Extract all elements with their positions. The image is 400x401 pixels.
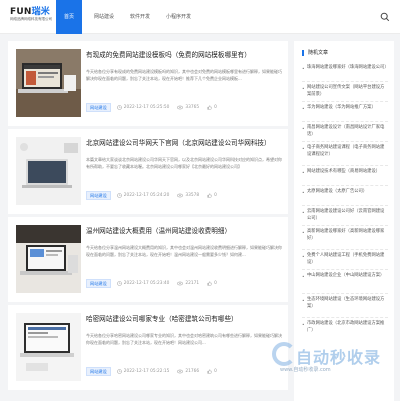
- article-title[interactable]: 北京网站建设公司华网天下官网（北京网站建设公司华网科技）: [86, 139, 282, 148]
- logo-text-a: FUN: [10, 7, 32, 17]
- divider: [302, 225, 388, 226]
- likes-text: 0: [214, 281, 217, 286]
- publish-date: 2022-12-17 05:24:20: [116, 193, 170, 198]
- article-meta: 网站建设 2022-12-17 05:24:20 33578 0: [86, 191, 225, 200]
- publish-date: 2022-12-17 05:22:15: [116, 369, 170, 374]
- sidebar-item[interactable]: • 网站建设技术有哪些（商易网站建设）: [302, 169, 388, 176]
- clock-icon: [116, 369, 122, 374]
- sidebar-item[interactable]: • 太原网站建设（太原广告公司）: [302, 189, 388, 196]
- clock-icon: [116, 193, 122, 198]
- date-text: 2022-12-17 05:23:40: [123, 281, 170, 286]
- thumbs-up-icon: [207, 281, 212, 286]
- logo-subtitle: 网络品牌网络科技有限公司: [10, 17, 52, 21]
- view-count: 22171: [177, 281, 199, 286]
- sidebar-item[interactable]: • 市政网站建设（北京市政网站建设方案推广）: [302, 321, 388, 334]
- views-text: 22171: [185, 281, 200, 286]
- nav-item-website[interactable]: 网站建设: [86, 0, 122, 34]
- divider: [302, 165, 388, 166]
- sidebar-item[interactable]: • 生态环境网站建设（生态环境网站建设方案）: [302, 297, 388, 310]
- likes-text: 0: [214, 369, 217, 374]
- views-text: 21766: [185, 369, 200, 374]
- divider: [302, 101, 388, 102]
- eye-icon: [177, 281, 184, 286]
- likes-text: 0: [214, 105, 217, 110]
- sidebar-item[interactable]: • 珠海网站建设哪家好（珠海网站建设公司）: [302, 65, 389, 72]
- nav-item-home[interactable]: 首页: [56, 0, 82, 34]
- article-summary: 今天给各位分享哈密网站建设公司哪家专业的知识，其中也会对哈密建筑公司有哪些进行解…: [86, 333, 282, 345]
- divider: [302, 121, 388, 122]
- eye-icon: [177, 369, 184, 374]
- logo-text-b: 瑞米: [31, 7, 50, 17]
- article-title[interactable]: 温州网站建设大概费用（温州网站建设收费明细）: [86, 227, 282, 236]
- view-count: 33765: [177, 105, 199, 110]
- divider: [302, 249, 388, 250]
- divider: [302, 269, 388, 270]
- category-tag[interactable]: 网站建设: [86, 279, 111, 288]
- article-summary: 今天给各位分享有现成的免费网站建设模板吗的知识，其中也会对免费的网站模板哪里有进…: [86, 69, 282, 81]
- category-tag[interactable]: 网站建设: [86, 367, 111, 376]
- date-text: 2022-12-17 05:24:20: [123, 193, 170, 198]
- divider: [302, 185, 388, 186]
- article-title[interactable]: 哈密网站建设公司哪家专业（哈密建筑公司有哪些）: [86, 315, 282, 324]
- article-meta: 网站建设 2022-12-17 05:22:15 21766 0: [86, 367, 225, 376]
- view-count: 33578: [177, 193, 199, 198]
- like-count: 0: [207, 369, 217, 374]
- sidebar-item[interactable]: • 电子商务网站建设课程（电子商务网站建设课程设计）: [302, 145, 388, 158]
- main-nav: 首页 网站建设 软件开发 小程序开发: [56, 0, 199, 34]
- sidebar-item[interactable]: • 免费个人网站建设工程（手机免费网站建设）: [302, 253, 388, 266]
- nav-item-software[interactable]: 软件开发: [122, 0, 158, 34]
- thumbs-up-icon: [207, 105, 212, 110]
- like-count: 0: [207, 105, 217, 110]
- publish-date: 2022-12-17 05:23:40: [116, 281, 170, 286]
- article-thumbnail[interactable]: [16, 313, 81, 381]
- divider: [302, 317, 388, 318]
- eye-icon: [177, 105, 184, 110]
- sidebar-item[interactable]: • 中山网站建设企业（中山网站建设方案）: [302, 273, 388, 280]
- category-tag[interactable]: 网站建设: [86, 103, 111, 112]
- article-card[interactable]: 有现成的免费网站建设模板吗（免费的网站模板哪里有） 今天给各位分享有现成的免费网…: [8, 41, 288, 126]
- divider: [302, 205, 388, 206]
- sidebar-random-articles: 随机文章 • 珠海网站建设哪家好（珠海网站建设公司） • 网站建设公司宣传文案（网站…: [294, 41, 394, 401]
- site-header: FUN瑞米 网络品牌网络科技有限公司 首页 网站建设 软件开发 小程序开发: [0, 0, 400, 34]
- article-card[interactable]: 北京网站建设公司华网天下官网（北京网站建设公司华网科技） 本篇文章给大家谈谈北京…: [8, 129, 288, 214]
- views-text: 33578: [185, 193, 200, 198]
- publish-date: 2022-12-17 05:25:50: [116, 105, 170, 110]
- article-thumbnail[interactable]: [16, 225, 81, 293]
- sidebar-item[interactable]: • 高新网站建设哪家好（高新网站建设哪家好）: [302, 229, 388, 242]
- eye-icon: [177, 193, 184, 198]
- article-meta: 网站建设 2022-12-17 05:23:40 22171 0: [86, 279, 225, 288]
- date-text: 2022-12-17 05:25:50: [123, 105, 170, 110]
- like-count: 0: [207, 193, 217, 198]
- article-thumbnail[interactable]: [16, 137, 81, 205]
- date-text: 2022-12-17 05:22:15: [123, 369, 170, 374]
- thumbs-up-icon: [207, 193, 212, 198]
- sidebar-item[interactable]: • 网站建设公司宣传文案（网站平台建设方案前景）: [302, 85, 388, 98]
- sidebar-item[interactable]: • 华为网站建设（华为网站推广方案）: [302, 105, 388, 112]
- divider: [302, 141, 388, 142]
- view-count: 21766: [177, 369, 199, 374]
- article-card[interactable]: 哈密网站建设公司哪家专业（哈密建筑公司有哪些） 今天给各位分享哈密网站建设公司哪…: [8, 305, 288, 390]
- clock-icon: [116, 281, 122, 286]
- search-icon[interactable]: [380, 12, 390, 22]
- nav-item-miniprogram[interactable]: 小程序开发: [158, 0, 199, 34]
- article-summary: 今天给各位分享温州网站建设大概费用的知识，其中也会对温州网站建设收费明细进行解释…: [86, 245, 282, 257]
- divider: [302, 293, 388, 294]
- thumbs-up-icon: [207, 369, 212, 374]
- site-logo[interactable]: FUN瑞米 网络品牌网络科技有限公司: [10, 7, 52, 22]
- article-card[interactable]: 温州网站建设大概费用（温州网站建设收费明细） 今天给各位分享温州网站建设大概费用…: [8, 217, 288, 302]
- like-count: 0: [207, 281, 217, 286]
- sidebar-item[interactable]: • 南昌网站建设设计（南昌网站设计厂家电话）: [302, 125, 388, 138]
- likes-text: 0: [214, 193, 217, 198]
- sidebar-item[interactable]: • 云南网站建设建设公司好（云南官网建设公司）: [302, 209, 388, 222]
- views-text: 33765: [185, 105, 200, 110]
- article-title[interactable]: 有现成的免费网站建设模板吗（免费的网站模板哪里有）: [86, 51, 282, 60]
- article-thumbnail[interactable]: [16, 49, 81, 117]
- sidebar-title: 随机文章: [302, 50, 328, 56]
- article-summary: 本篇文章给大家谈谈北京网站建设公司华网天下官网，以及北京网站建设公司华网科技对应…: [86, 157, 282, 169]
- divider: [302, 81, 388, 82]
- category-tag[interactable]: 网站建设: [86, 191, 111, 200]
- clock-icon: [116, 105, 122, 110]
- article-meta: 网站建设 2022-12-17 05:25:50 33765 0: [86, 103, 225, 112]
